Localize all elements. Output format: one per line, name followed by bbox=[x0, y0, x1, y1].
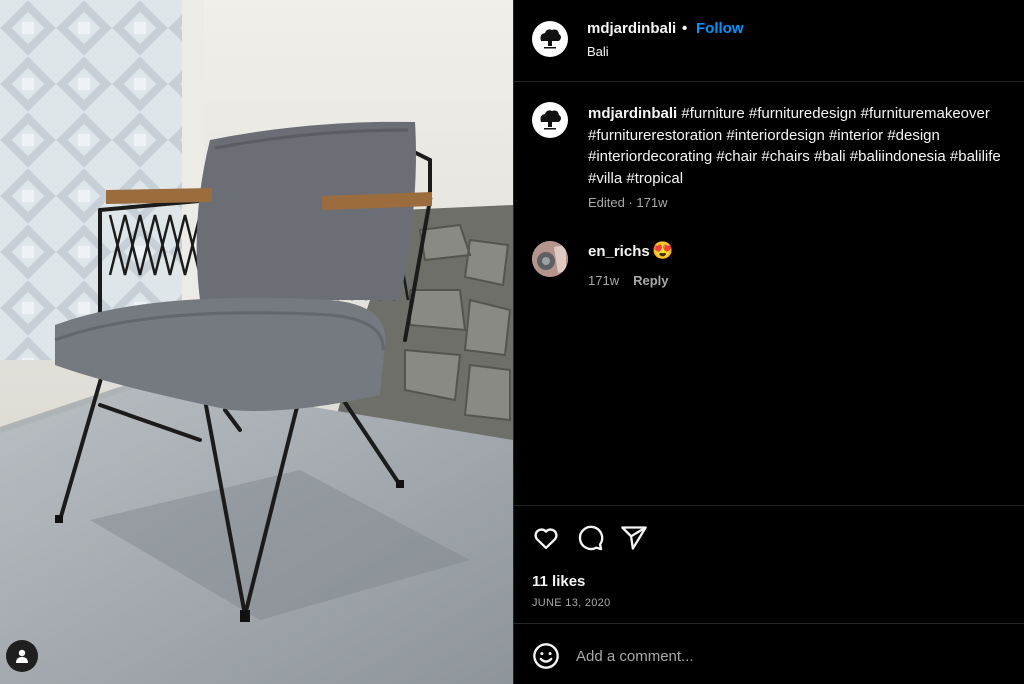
comment-age: 171w bbox=[588, 273, 620, 288]
post-detail-panel: mdjardinbali • Follow Bali mdjardinbali … bbox=[513, 0, 1024, 684]
separator-dot: • bbox=[682, 20, 688, 37]
caption-username[interactable]: mdjardinbali bbox=[588, 105, 677, 122]
post-actions: 11 likes JUNE 13, 2020 bbox=[514, 505, 1024, 623]
share-icon[interactable] bbox=[620, 524, 648, 552]
commenter-username[interactable]: en_richs bbox=[588, 243, 650, 260]
heart-icon[interactable] bbox=[532, 524, 560, 552]
comment-composer bbox=[514, 623, 1024, 684]
user-icon bbox=[16, 649, 28, 663]
tree-logo-icon bbox=[540, 110, 561, 130]
likes-count[interactable]: 11 likes bbox=[532, 573, 585, 590]
tagged-users-button[interactable] bbox=[6, 640, 38, 672]
comment-meta: 171w Reply bbox=[588, 273, 668, 288]
user-photo-icon bbox=[532, 241, 568, 277]
comments-section: mdjardinbali #furniture #furnituredesign… bbox=[514, 83, 1024, 505]
tree-logo-icon bbox=[540, 29, 561, 49]
comment-text: 😍 bbox=[652, 241, 674, 260]
follow-button[interactable]: Follow bbox=[696, 20, 744, 37]
caption-meta: Edited · 171w bbox=[588, 195, 668, 210]
caption-avatar[interactable] bbox=[532, 102, 568, 138]
commenter-avatar[interactable] bbox=[532, 241, 568, 277]
reply-button[interactable]: Reply bbox=[633, 273, 668, 288]
post-author-username[interactable]: mdjardinbali bbox=[587, 20, 676, 37]
caption-text: mdjardinbali #furniture #furnituredesign… bbox=[588, 103, 1024, 189]
post-photo bbox=[0, 0, 513, 684]
post-header: mdjardinbali • Follow Bali bbox=[514, 0, 1024, 82]
comment-icon[interactable] bbox=[576, 524, 604, 552]
post-date: JUNE 13, 2020 bbox=[532, 597, 611, 609]
profile-avatar[interactable] bbox=[532, 21, 568, 57]
post-location[interactable]: Bali bbox=[587, 44, 609, 59]
smiley-icon[interactable] bbox=[532, 642, 560, 670]
comment-input[interactable] bbox=[576, 640, 996, 672]
chair-photo bbox=[0, 0, 513, 684]
